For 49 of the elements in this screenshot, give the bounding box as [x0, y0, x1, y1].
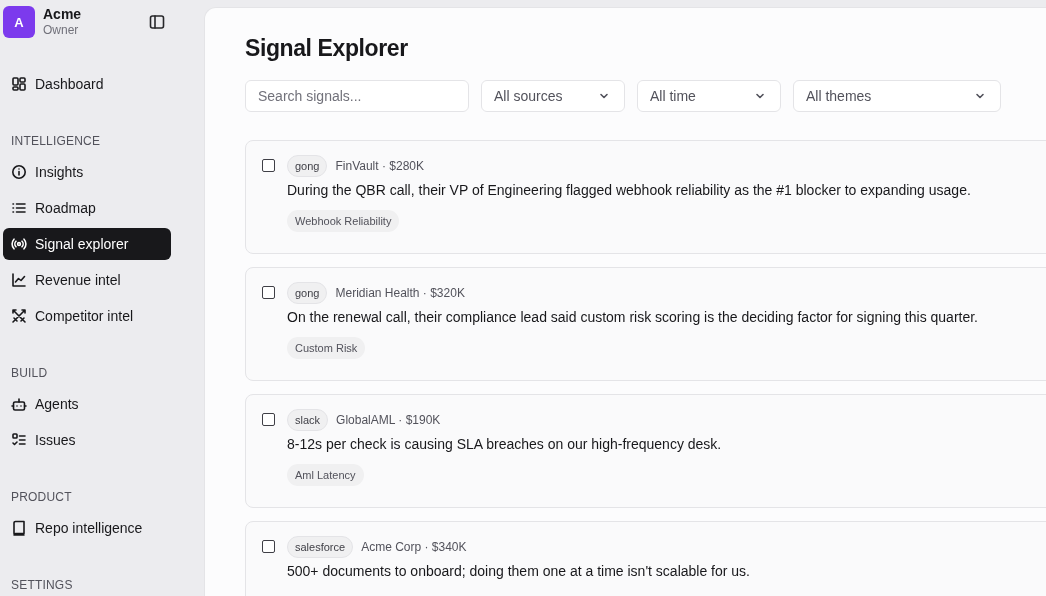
sidebar-item[interactable]: Insights	[3, 156, 171, 188]
checklist-icon	[11, 432, 27, 448]
section-heading: PRODUCT	[10, 489, 73, 506]
theme-tag: Aml Latency	[287, 464, 364, 486]
section-heading: SETTINGS	[10, 577, 74, 594]
source-tag: salesforce	[287, 536, 354, 558]
dashboard-icon	[11, 76, 27, 92]
search-field[interactable]: Search signals...	[245, 80, 469, 112]
sidebar-item[interactable]: Revenue intel	[3, 264, 171, 296]
list-icon	[11, 200, 27, 216]
account-label: Meridian Health · $320K	[335, 286, 465, 300]
source-tag: gong	[287, 155, 328, 177]
robot-icon	[11, 396, 27, 412]
line-chart-icon	[11, 272, 27, 288]
sidebar-item[interactable]: Agents	[3, 388, 171, 420]
section-heading: BUILD	[10, 365, 49, 382]
page-title: Signal Explorer	[245, 34, 409, 62]
checkbox[interactable]	[262, 286, 275, 299]
sidebar-item[interactable]: Signal explorer	[3, 228, 171, 260]
filter-dropdown[interactable]: All time	[637, 80, 781, 112]
checkbox[interactable]	[262, 413, 275, 426]
signal-text: On the renewal call, their compliance lead said custom risk scoring is the deciding factor for signing this quarter.	[287, 309, 978, 326]
crossed-swords-icon	[11, 308, 27, 324]
checkbox[interactable]	[262, 159, 275, 172]
filter-dropdown[interactable]: All sources	[481, 80, 625, 112]
checkbox[interactable]	[262, 540, 275, 553]
signal-text: 8-12s per check is causing SLA breaches on our high-frequency desk.	[287, 436, 722, 453]
account-label: Acme Corp · $340K	[361, 540, 467, 554]
sidebar-item[interactable]: Competitor intel	[3, 300, 171, 332]
book-icon	[11, 520, 27, 536]
account-label: FinVault · $280K	[335, 159, 424, 173]
theme-tag: Custom Risk	[287, 337, 366, 359]
sidebar-item[interactable]: Repo intelligence	[3, 512, 171, 544]
sidebar-item[interactable]: Issues	[3, 424, 171, 456]
filter-dropdown[interactable]: All themes	[793, 80, 1001, 112]
section-heading: INTELLIGENCE	[10, 133, 102, 150]
workspace-avatar: A	[3, 6, 35, 38]
workspace-role: Owner	[43, 23, 80, 38]
signal-text: During the QBR call, their VP of Engineering flagged webhook reliability as the #1 blocker to expanding usage.	[287, 182, 971, 199]
source-tag: slack	[287, 409, 329, 431]
account-label: GlobalAML · $190K	[336, 413, 441, 427]
info-icon	[11, 164, 27, 180]
broadcast-icon	[11, 236, 27, 252]
sidebar-item[interactable]: Dashboard	[3, 68, 171, 100]
workspace-name: Acme	[43, 6, 83, 23]
source-tag: gong	[287, 282, 328, 304]
signal-text: 500+ documents to onboard; doing them one at a time isn't scalable for us.	[287, 563, 750, 580]
theme-tag: Webhook Reliability	[287, 210, 400, 232]
sidebar-item[interactable]: Roadmap	[3, 192, 171, 224]
